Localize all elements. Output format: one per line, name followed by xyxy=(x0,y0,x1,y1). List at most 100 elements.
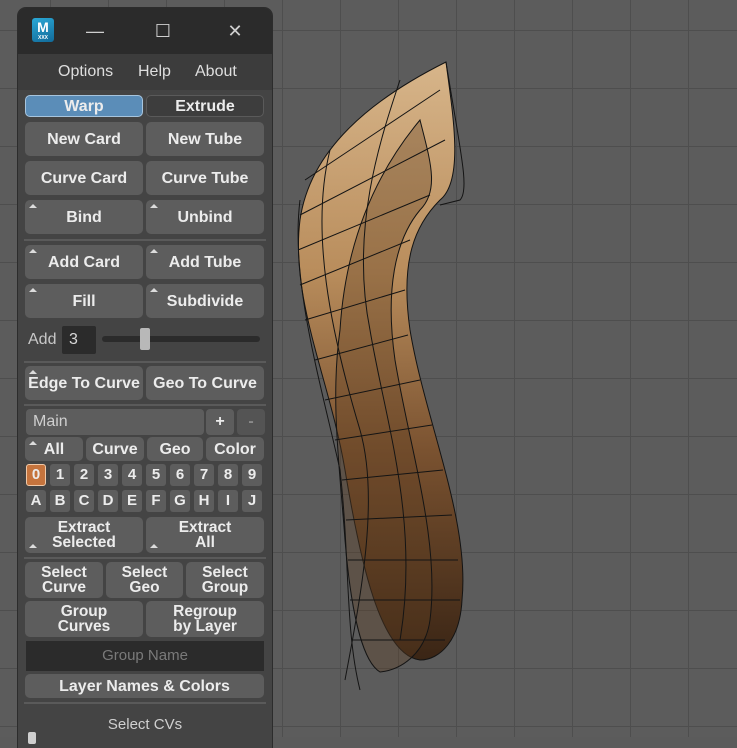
add-label: Add xyxy=(28,331,57,348)
layer-number-button-6[interactable]: 6 xyxy=(170,464,190,486)
add-count-field[interactable]: 3 xyxy=(62,326,96,354)
filter-all-button[interactable]: All xyxy=(25,437,83,461)
fill-label: Fill xyxy=(72,292,96,310)
layer-number-button-9[interactable]: 9 xyxy=(242,464,262,486)
bind-button[interactable]: Bind xyxy=(25,200,143,234)
layer-letter-button-h[interactable]: H xyxy=(194,490,214,512)
layer-letter-button-f[interactable]: F xyxy=(146,490,166,512)
app-logo-sub: XXX xyxy=(37,35,48,41)
separator xyxy=(24,557,266,559)
options-triangle-icon xyxy=(150,288,158,292)
add-tube-label: Add Tube xyxy=(168,253,242,271)
select-geo-button[interactable]: Select Geo xyxy=(106,562,183,598)
layer-letter-button-b[interactable]: B xyxy=(50,490,70,512)
unbind-label: Unbind xyxy=(177,208,233,226)
options-triangle-icon xyxy=(150,204,158,208)
extract-all-label-2: All xyxy=(195,534,215,551)
edge-to-curve-label: Edge To Curve xyxy=(28,374,140,392)
layer-number-button-8[interactable]: 8 xyxy=(218,464,238,486)
select-group-label-2: Group xyxy=(201,579,249,596)
select-geo-label-2: Geo xyxy=(129,579,160,596)
unbind-button[interactable]: Unbind xyxy=(146,200,264,234)
separator xyxy=(24,361,266,363)
separator xyxy=(24,702,266,704)
layer-letter-button-j[interactable]: J xyxy=(242,490,262,512)
add-card-label: Add Card xyxy=(48,253,120,271)
layer-number-button-4[interactable]: 4 xyxy=(122,464,142,486)
add-count-slider-handle[interactable] xyxy=(139,328,150,350)
warp-button[interactable]: Warp xyxy=(25,95,143,117)
app-logo: M XXX xyxy=(32,18,54,42)
options-triangle-icon xyxy=(29,288,37,292)
layer-number-button-5[interactable]: 5 xyxy=(146,464,166,486)
layer-letter-button-d[interactable]: D xyxy=(98,490,118,512)
add-card-button[interactable]: Add Card xyxy=(25,245,143,279)
close-button[interactable]: ✕ xyxy=(224,20,246,42)
remove-collection-button[interactable]: - xyxy=(237,409,265,435)
layer-letter-button-e[interactable]: E xyxy=(122,490,142,512)
options-triangle-icon xyxy=(29,204,37,208)
extract-selected-label-1: Extract xyxy=(57,519,111,536)
group-curves-label-1: Group xyxy=(60,603,108,620)
layer-collection-dropdown[interactable]: Main xyxy=(26,409,204,435)
select-curve-label-1: Select xyxy=(41,564,87,581)
curve-card-button[interactable]: Curve Card xyxy=(25,161,143,195)
filter-geo-button[interactable]: Geo xyxy=(147,437,203,461)
options-triangle-icon xyxy=(150,249,158,253)
filter-curve-button[interactable]: Curve xyxy=(86,437,144,461)
layer-letter-button-i[interactable]: I xyxy=(218,490,238,512)
layer-letter-button-a[interactable]: A xyxy=(26,490,46,512)
edge-to-curve-button[interactable]: Edge To Curve xyxy=(25,366,143,400)
filter-color-button[interactable]: Color xyxy=(206,437,264,461)
subdivide-button[interactable]: Subdivide xyxy=(146,284,264,318)
maximize-button[interactable]: ☐ xyxy=(152,20,174,42)
menu-options[interactable]: Options xyxy=(58,63,113,81)
regroup-label-1: Regroup xyxy=(173,603,237,620)
group-name-input[interactable]: Group Name xyxy=(26,641,264,671)
layer-number-button-3[interactable]: 3 xyxy=(98,464,118,486)
select-group-button[interactable]: Select Group xyxy=(186,562,264,598)
bind-label: Bind xyxy=(66,208,102,226)
curve-tube-button[interactable]: Curve Tube xyxy=(146,161,264,195)
add-count-slider[interactable] xyxy=(102,336,260,342)
layer-number-button-2[interactable]: 2 xyxy=(74,464,94,486)
layer-letter-button-c[interactable]: C xyxy=(74,490,94,512)
add-collection-button[interactable]: + xyxy=(206,409,234,435)
new-card-button[interactable]: New Card xyxy=(25,122,143,156)
subdivide-label: Subdivide xyxy=(166,292,244,310)
regroup-by-layer-button[interactable]: Regroup by Layer xyxy=(146,601,264,637)
menu-help[interactable]: Help xyxy=(138,63,171,81)
layer-number-button-1[interactable]: 1 xyxy=(50,464,70,486)
select-curve-button[interactable]: Select Curve xyxy=(25,562,103,598)
layer-number-button-0[interactable]: 0 xyxy=(26,464,46,486)
extract-all-label-1: Extract xyxy=(178,519,232,536)
select-geo-label-1: Select xyxy=(121,564,168,581)
select-cvs-label: Select CVs xyxy=(107,716,183,733)
minimize-button[interactable]: — xyxy=(84,20,106,42)
options-triangle-icon xyxy=(29,544,37,548)
select-cvs-slider-handle[interactable] xyxy=(28,732,36,744)
filter-all-label: All xyxy=(43,440,65,458)
app-logo-letter: M xyxy=(37,19,49,35)
add-tube-button[interactable]: Add Tube xyxy=(146,245,264,279)
tool-panel: M XXX — ☐ ✕ Options Help About Warp Extr… xyxy=(18,8,272,748)
options-triangle-icon xyxy=(150,544,158,548)
layer-letter-button-g[interactable]: G xyxy=(170,490,190,512)
new-tube-button[interactable]: New Tube xyxy=(146,122,264,156)
extract-selected-button[interactable]: Extract Selected xyxy=(25,517,143,553)
fill-button[interactable]: Fill xyxy=(25,284,143,318)
layer-number-button-7[interactable]: 7 xyxy=(194,464,214,486)
separator xyxy=(24,239,266,241)
regroup-label-2: by Layer xyxy=(173,618,237,635)
menu-about[interactable]: About xyxy=(195,63,237,81)
select-group-label-1: Select xyxy=(202,564,248,581)
extract-all-button[interactable]: Extract All xyxy=(146,517,264,553)
extrude-button[interactable]: Extrude xyxy=(146,95,264,117)
geo-to-curve-button[interactable]: Geo To Curve xyxy=(146,366,264,400)
layer-names-colors-button[interactable]: Layer Names & Colors xyxy=(25,674,264,698)
select-curve-label-2: Curve xyxy=(42,579,86,596)
group-curves-label-2: Curves xyxy=(57,618,111,635)
group-curves-button[interactable]: Group Curves xyxy=(25,601,143,637)
title-bar[interactable]: M XXX — ☐ ✕ xyxy=(18,8,272,54)
separator xyxy=(24,404,266,406)
